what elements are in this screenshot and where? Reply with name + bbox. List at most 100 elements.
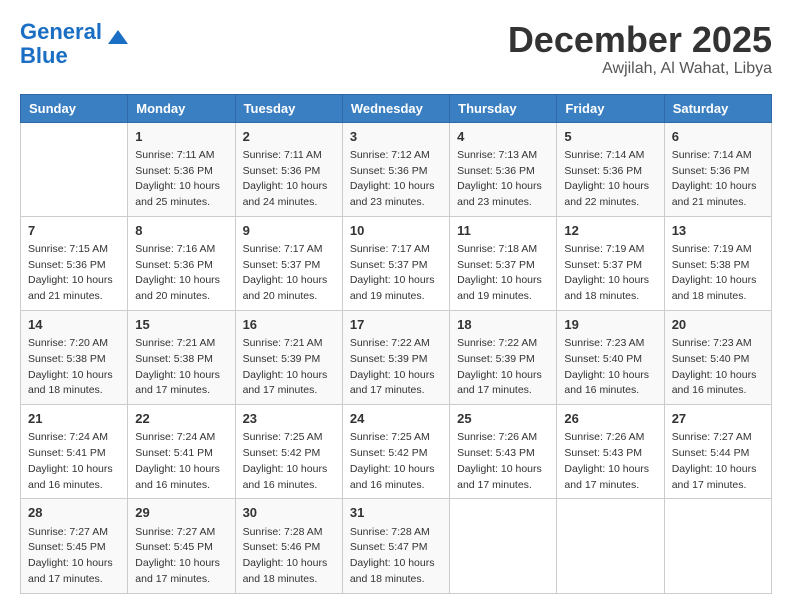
day-info: Sunrise: 7:11 AMSunset: 5:36 PMDaylight:…	[135, 148, 227, 211]
day-info: Sunrise: 7:28 AMSunset: 5:47 PMDaylight:…	[350, 525, 442, 588]
calendar-cell: 16 Sunrise: 7:21 AMSunset: 5:39 PMDayligh…	[235, 310, 342, 404]
day-number: 6	[672, 128, 764, 146]
day-number: 16	[243, 316, 335, 334]
day-info: Sunrise: 7:17 AMSunset: 5:37 PMDaylight:…	[243, 242, 335, 305]
day-info: Sunrise: 7:27 AMSunset: 5:45 PMDaylight:…	[28, 525, 120, 588]
day-number: 4	[457, 128, 549, 146]
col-header-friday: Friday	[557, 94, 664, 122]
calendar-cell: 12Sunrise: 7:19 AMSunset: 5:37 PMDayligh…	[557, 216, 664, 310]
day-number: 17	[350, 316, 442, 334]
calendar-table: SundayMondayTuesdayWednesdayThursdayFrid…	[20, 94, 772, 594]
calendar-cell: 29 Sunrise: 7:27 AMSunset: 5:45 PMDayligh…	[128, 499, 235, 593]
day-number: 26	[564, 410, 656, 428]
calendar-cell: 9 Sunrise: 7:17 AMSunset: 5:37 PMDaylight…	[235, 216, 342, 310]
day-info: Sunrise: 7:26 AMSunset: 5:43 PMDaylight:…	[564, 430, 656, 493]
day-number: 27	[672, 410, 764, 428]
day-number: 2	[243, 128, 335, 146]
calendar-cell: 15 Sunrise: 7:21 AMSunset: 5:38 PMDayligh…	[128, 310, 235, 404]
calendar-cell: 5 Sunrise: 7:14 AMSunset: 5:36 PMDaylight…	[557, 122, 664, 216]
calendar-cell: 18 Sunrise: 7:22 AMSunset: 5:39 PMDayligh…	[450, 310, 557, 404]
day-number: 7	[28, 222, 120, 240]
day-info: Sunrise: 7:28 AMSunset: 5:46 PMDaylight:…	[243, 525, 335, 588]
day-number: 30	[243, 504, 335, 522]
calendar-cell: 24Sunrise: 7:25 AMSunset: 5:42 PMDayligh…	[342, 405, 449, 499]
day-info: Sunrise: 7:19 AMSunset: 5:37 PMDaylight:…	[564, 242, 656, 305]
day-number: 15	[135, 316, 227, 334]
calendar-cell: 4 Sunrise: 7:13 AMSunset: 5:36 PMDaylight…	[450, 122, 557, 216]
day-number: 20	[672, 316, 764, 334]
day-number: 3	[350, 128, 442, 146]
calendar-cell: 10 Sunrise: 7:17 AMSunset: 5:37 PMDayligh…	[342, 216, 449, 310]
day-info: Sunrise: 7:22 AMSunset: 5:39 PMDaylight:…	[457, 336, 549, 399]
day-info: Sunrise: 7:17 AMSunset: 5:37 PMDaylight:…	[350, 242, 442, 305]
calendar-cell: 2 Sunrise: 7:11 AMSunset: 5:36 PMDaylight…	[235, 122, 342, 216]
calendar-cell: 22Sunrise: 7:24 AMSunset: 5:41 PMDayligh…	[128, 405, 235, 499]
day-info: Sunrise: 7:21 AMSunset: 5:39 PMDaylight:…	[243, 336, 335, 399]
day-info: Sunrise: 7:13 AMSunset: 5:36 PMDaylight:…	[457, 148, 549, 211]
day-number: 9	[243, 222, 335, 240]
day-info: Sunrise: 7:14 AMSunset: 5:36 PMDaylight:…	[564, 148, 656, 211]
day-number: 29	[135, 504, 227, 522]
day-number: 11	[457, 222, 549, 240]
calendar-cell: 13Sunrise: 7:19 AMSunset: 5:38 PMDayligh…	[664, 216, 771, 310]
col-header-tuesday: Tuesday	[235, 94, 342, 122]
day-number: 5	[564, 128, 656, 146]
calendar-cell: 28 Sunrise: 7:27 AMSunset: 5:45 PMDayligh…	[21, 499, 128, 593]
calendar-cell: 8Sunrise: 7:16 AMSunset: 5:36 PMDaylight…	[128, 216, 235, 310]
calendar-week-row: 28 Sunrise: 7:27 AMSunset: 5:45 PMDayligh…	[21, 499, 772, 593]
calendar-cell: 19 Sunrise: 7:23 AMSunset: 5:40 PMDayligh…	[557, 310, 664, 404]
logo-text: GeneralBlue	[20, 20, 102, 68]
calendar-cell: 27 Sunrise: 7:27 AMSunset: 5:44 PMDayligh…	[664, 405, 771, 499]
day-info: Sunrise: 7:23 AMSunset: 5:40 PMDaylight:…	[672, 336, 764, 399]
calendar-week-row: 1 Sunrise: 7:11 AMSunset: 5:36 PMDaylight…	[21, 122, 772, 216]
calendar-cell: 26 Sunrise: 7:26 AMSunset: 5:43 PMDayligh…	[557, 405, 664, 499]
calendar-cell: 25 Sunrise: 7:26 AMSunset: 5:43 PMDayligh…	[450, 405, 557, 499]
day-info: Sunrise: 7:25 AMSunset: 5:42 PMDaylight:…	[350, 430, 442, 493]
calendar-cell: 30 Sunrise: 7:28 AMSunset: 5:46 PMDayligh…	[235, 499, 342, 593]
col-header-thursday: Thursday	[450, 94, 557, 122]
calendar-cell	[664, 499, 771, 593]
day-number: 28	[28, 504, 120, 522]
day-info: Sunrise: 7:22 AMSunset: 5:39 PMDaylight:…	[350, 336, 442, 399]
day-number: 8	[135, 222, 227, 240]
calendar-week-row: 14 Sunrise: 7:20 AMSunset: 5:38 PMDayligh…	[21, 310, 772, 404]
month-title: December 2025	[508, 20, 772, 60]
calendar-cell: 31 Sunrise: 7:28 AMSunset: 5:47 PMDayligh…	[342, 499, 449, 593]
calendar-cell: 23 Sunrise: 7:25 AMSunset: 5:42 PMDayligh…	[235, 405, 342, 499]
day-number: 21	[28, 410, 120, 428]
calendar-cell	[21, 122, 128, 216]
day-info: Sunrise: 7:18 AMSunset: 5:37 PMDaylight:…	[457, 242, 549, 305]
day-info: Sunrise: 7:12 AMSunset: 5:36 PMDaylight:…	[350, 148, 442, 211]
day-info: Sunrise: 7:11 AMSunset: 5:36 PMDaylight:…	[243, 148, 335, 211]
calendar-cell: 11 Sunrise: 7:18 AMSunset: 5:37 PMDayligh…	[450, 216, 557, 310]
calendar-header-row: SundayMondayTuesdayWednesdayThursdayFrid…	[21, 94, 772, 122]
day-number: 14	[28, 316, 120, 334]
day-info: Sunrise: 7:27 AMSunset: 5:44 PMDaylight:…	[672, 430, 764, 493]
col-header-sunday: Sunday	[21, 94, 128, 122]
day-number: 10	[350, 222, 442, 240]
calendar-cell: 3 Sunrise: 7:12 AMSunset: 5:36 PMDaylight…	[342, 122, 449, 216]
day-number: 23	[243, 410, 335, 428]
day-info: Sunrise: 7:21 AMSunset: 5:38 PMDaylight:…	[135, 336, 227, 399]
logo-icon	[106, 26, 128, 48]
title-block: December 2025 Awjilah, Al Wahat, Libya	[508, 20, 772, 78]
day-number: 31	[350, 504, 442, 522]
day-number: 25	[457, 410, 549, 428]
calendar-cell: 6Sunrise: 7:14 AMSunset: 5:36 PMDaylight…	[664, 122, 771, 216]
day-number: 19	[564, 316, 656, 334]
col-header-monday: Monday	[128, 94, 235, 122]
day-number: 18	[457, 316, 549, 334]
day-info: Sunrise: 7:26 AMSunset: 5:43 PMDaylight:…	[457, 430, 549, 493]
day-info: Sunrise: 7:20 AMSunset: 5:38 PMDaylight:…	[28, 336, 120, 399]
day-info: Sunrise: 7:23 AMSunset: 5:40 PMDaylight:…	[564, 336, 656, 399]
page-header: GeneralBlue December 2025 Awjilah, Al Wa…	[20, 20, 772, 78]
day-info: Sunrise: 7:27 AMSunset: 5:45 PMDaylight:…	[135, 525, 227, 588]
calendar-cell	[450, 499, 557, 593]
calendar-cell: 7Sunrise: 7:15 AMSunset: 5:36 PMDaylight…	[21, 216, 128, 310]
day-info: Sunrise: 7:24 AMSunset: 5:41 PMDaylight:…	[28, 430, 120, 493]
col-header-saturday: Saturday	[664, 94, 771, 122]
day-number: 1	[135, 128, 227, 146]
day-info: Sunrise: 7:25 AMSunset: 5:42 PMDaylight:…	[243, 430, 335, 493]
day-info: Sunrise: 7:24 AMSunset: 5:41 PMDaylight:…	[135, 430, 227, 493]
calendar-cell: 17 Sunrise: 7:22 AMSunset: 5:39 PMDayligh…	[342, 310, 449, 404]
